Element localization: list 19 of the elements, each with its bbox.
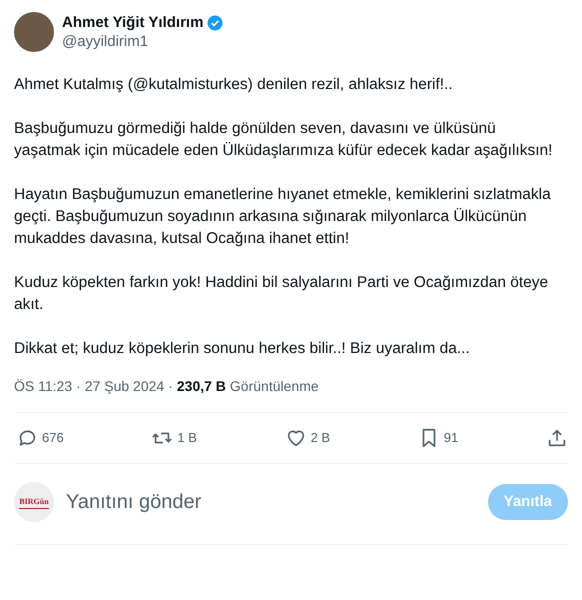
tweet-paragraph: Dikkat et; kuduz köpeklerin sonunu herkes bilir..! Biz uyaralım da... (14, 339, 471, 359)
bookmark-button[interactable]: 91 (418, 427, 458, 449)
tweet-paragraph: Ahmet Kutalmış (@kutalmisturkes) denilen rezil, ahlaksız herif!.. (14, 75, 454, 95)
post-date[interactable]: 27 Şub 2024 (84, 376, 164, 396)
avatar[interactable] (14, 12, 54, 52)
tweet-paragraph: Başbuğumuzu görmediği halde gönülden seven, davasını ve ülküsünü yaşatmak için mücadele eden Ülküdaşlarımıza küfür edecek kadar aşağılıksın! (14, 119, 554, 161)
separator-dot: · (76, 376, 81, 396)
separator-dot: · (168, 376, 173, 396)
like-button[interactable]: 2 B (284, 427, 330, 449)
author-name[interactable]: Ahmet Yiğit Yıldırım (62, 13, 204, 32)
reply-button[interactable]: 676 (16, 427, 64, 449)
views-label: Görüntülenme (230, 376, 319, 396)
tweet-paragraph: Kuduz köpekten farkın yok! Haddini bil salyalarını Parti ve Ocağımızdan öteye akıt. (14, 273, 550, 315)
author-handle[interactable]: @ayyildirim1 (62, 32, 224, 51)
post-time[interactable]: ÖS 11:23 (14, 376, 72, 396)
repost-button[interactable]: 1 B (151, 427, 197, 449)
view-count: 230,7 B (176, 376, 226, 396)
logo-text: BIRGün (19, 496, 49, 508)
tweet-paragraph: Hayatın Başbuğumuzun emanetlerine hıyanet etmekle, kemiklerini sızlatmakla geçti. Başbuğumuzun soyadının arkasına sığınarak milyonlarca Ülkücünün mukaddes davasına, kutsal Ocağına ihanet ettin! (14, 185, 552, 249)
